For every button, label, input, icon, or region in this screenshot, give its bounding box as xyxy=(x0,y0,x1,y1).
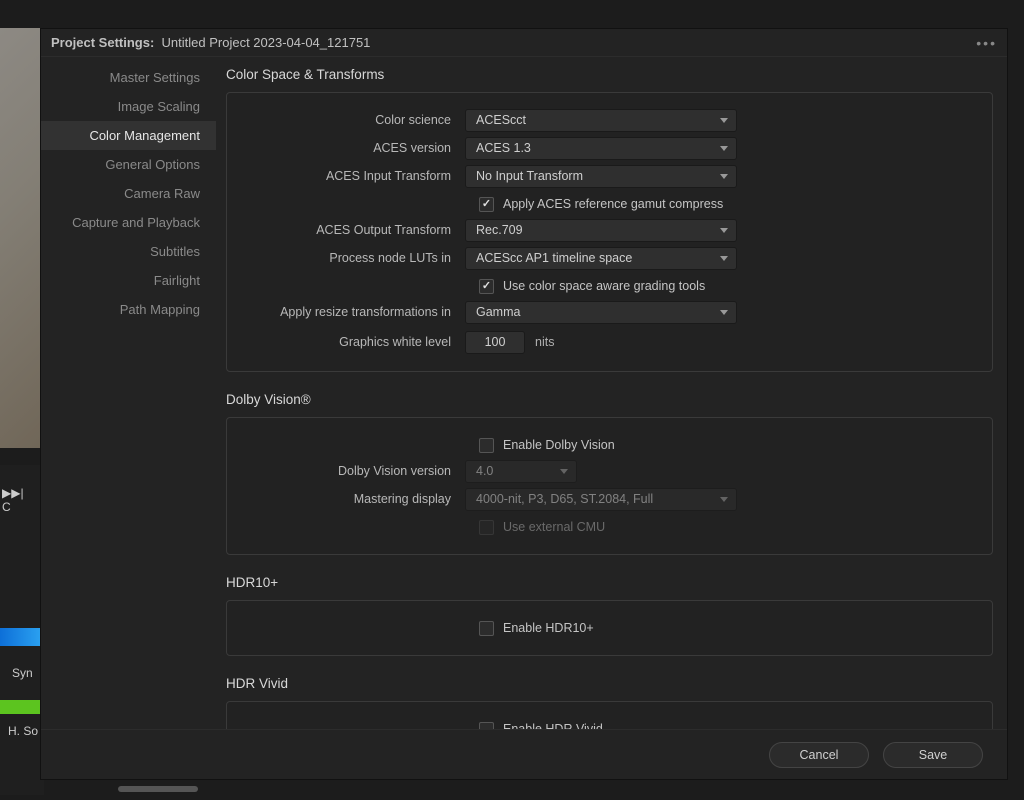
label-enable-hdr10: Enable HDR10+ xyxy=(503,621,594,635)
cancel-button[interactable]: Cancel xyxy=(769,742,869,768)
dropdown-aces-output[interactable]: Rec.709 xyxy=(465,219,737,242)
dropdown-mastering-display[interactable]: 4000-nit, P3, D65, ST.2084, Full xyxy=(465,488,737,511)
dialog-footer: Cancel Save xyxy=(41,729,1007,779)
dropdown-resize[interactable]: Gamma xyxy=(465,301,737,324)
dropdown-process-luts[interactable]: ACEScc AP1 timeline space xyxy=(465,247,737,270)
sidebar-item-path-mapping[interactable]: Path Mapping xyxy=(41,295,216,324)
input-white-level[interactable]: 100 xyxy=(465,331,525,354)
chevron-down-icon xyxy=(720,146,728,151)
section-title-dolby: Dolby Vision® xyxy=(226,392,993,407)
transport-controls: ▶▶| C xyxy=(2,486,22,504)
bg-label-hso: H. So xyxy=(8,724,38,738)
label-enable-vivid: Enable HDR Vivid xyxy=(503,722,603,729)
sidebar-item-master-settings[interactable]: Master Settings xyxy=(41,63,216,92)
label-process-luts: Process node LUTs in xyxy=(239,251,465,265)
sidebar-item-capture-playback[interactable]: Capture and Playback xyxy=(41,208,216,237)
sidebar-item-color-management[interactable]: Color Management xyxy=(41,121,216,150)
chevron-down-icon xyxy=(720,256,728,261)
chevron-down-icon xyxy=(720,310,728,315)
dropdown-aces-version[interactable]: ACES 1.3 xyxy=(465,137,737,160)
bg-scrollbar[interactable] xyxy=(118,786,198,792)
checkbox-gamut-compress[interactable] xyxy=(479,197,494,212)
sidebar-item-camera-raw[interactable]: Camera Raw xyxy=(41,179,216,208)
dialog-header: Project Settings: Untitled Project 2023-… xyxy=(41,29,1007,57)
bg-strip-green xyxy=(0,700,40,714)
settings-sidebar: Master Settings Image Scaling Color Mana… xyxy=(41,57,216,729)
checkbox-enable-dolby[interactable] xyxy=(479,438,494,453)
sidebar-item-subtitles[interactable]: Subtitles xyxy=(41,237,216,266)
viewer-thumbnail xyxy=(0,28,40,448)
chevron-down-icon xyxy=(720,174,728,179)
bg-label-syn: Syn xyxy=(12,666,33,680)
checkbox-enable-vivid[interactable] xyxy=(479,722,494,730)
label-external-cmu: Use external CMU xyxy=(503,520,605,534)
unit-nits: nits xyxy=(535,335,554,349)
label-aces-output: ACES Output Transform xyxy=(239,223,465,237)
label-white-level: Graphics white level xyxy=(239,335,465,349)
save-button[interactable]: Save xyxy=(883,742,983,768)
settings-content[interactable]: Color Space & Transforms Color science A… xyxy=(216,57,1007,729)
dropdown-aces-input[interactable]: No Input Transform xyxy=(465,165,737,188)
section-vivid: Enable HDR Vivid xyxy=(226,701,993,729)
dialog-title-project: Untitled Project 2023-04-04_121751 xyxy=(162,35,371,50)
label-aces-version: ACES version xyxy=(239,141,465,155)
section-title-colorspace: Color Space & Transforms xyxy=(226,67,993,82)
chevron-down-icon xyxy=(720,497,728,502)
dialog-title-prefix: Project Settings: xyxy=(51,35,154,50)
section-title-vivid: HDR Vivid xyxy=(226,676,993,691)
dropdown-color-science[interactable]: ACEScct xyxy=(465,109,737,132)
dropdown-dolby-version[interactable]: 4.0 xyxy=(465,460,577,483)
section-title-hdr10: HDR10+ xyxy=(226,575,993,590)
label-color-science: Color science xyxy=(239,113,465,127)
label-aces-input: ACES Input Transform xyxy=(239,169,465,183)
sidebar-item-fairlight[interactable]: Fairlight xyxy=(41,266,216,295)
chevron-down-icon xyxy=(720,228,728,233)
bg-strip-blue xyxy=(0,628,40,646)
section-dolby: Enable Dolby Vision Dolby Vision version… xyxy=(226,417,993,555)
label-aware-tools: Use color space aware grading tools xyxy=(503,279,705,293)
more-options-icon[interactable]: ••• xyxy=(976,35,997,51)
label-resize: Apply resize transformations in xyxy=(239,305,465,319)
checkbox-aware-tools[interactable] xyxy=(479,279,494,294)
chevron-down-icon xyxy=(560,469,568,474)
label-gamut-compress: Apply ACES reference gamut compress xyxy=(503,197,723,211)
project-settings-dialog: Project Settings: Untitled Project 2023-… xyxy=(40,28,1008,780)
label-dolby-version: Dolby Vision version xyxy=(239,464,465,478)
section-hdr10: Enable HDR10+ xyxy=(226,600,993,656)
sidebar-item-image-scaling[interactable]: Image Scaling xyxy=(41,92,216,121)
chevron-down-icon xyxy=(720,118,728,123)
label-enable-dolby: Enable Dolby Vision xyxy=(503,438,615,452)
section-colorspace: Color science ACEScct ACES version ACES … xyxy=(226,92,993,372)
sidebar-item-general-options[interactable]: General Options xyxy=(41,150,216,179)
checkbox-external-cmu xyxy=(479,520,494,535)
checkbox-enable-hdr10[interactable] xyxy=(479,621,494,636)
label-mastering-display: Mastering display xyxy=(239,492,465,506)
